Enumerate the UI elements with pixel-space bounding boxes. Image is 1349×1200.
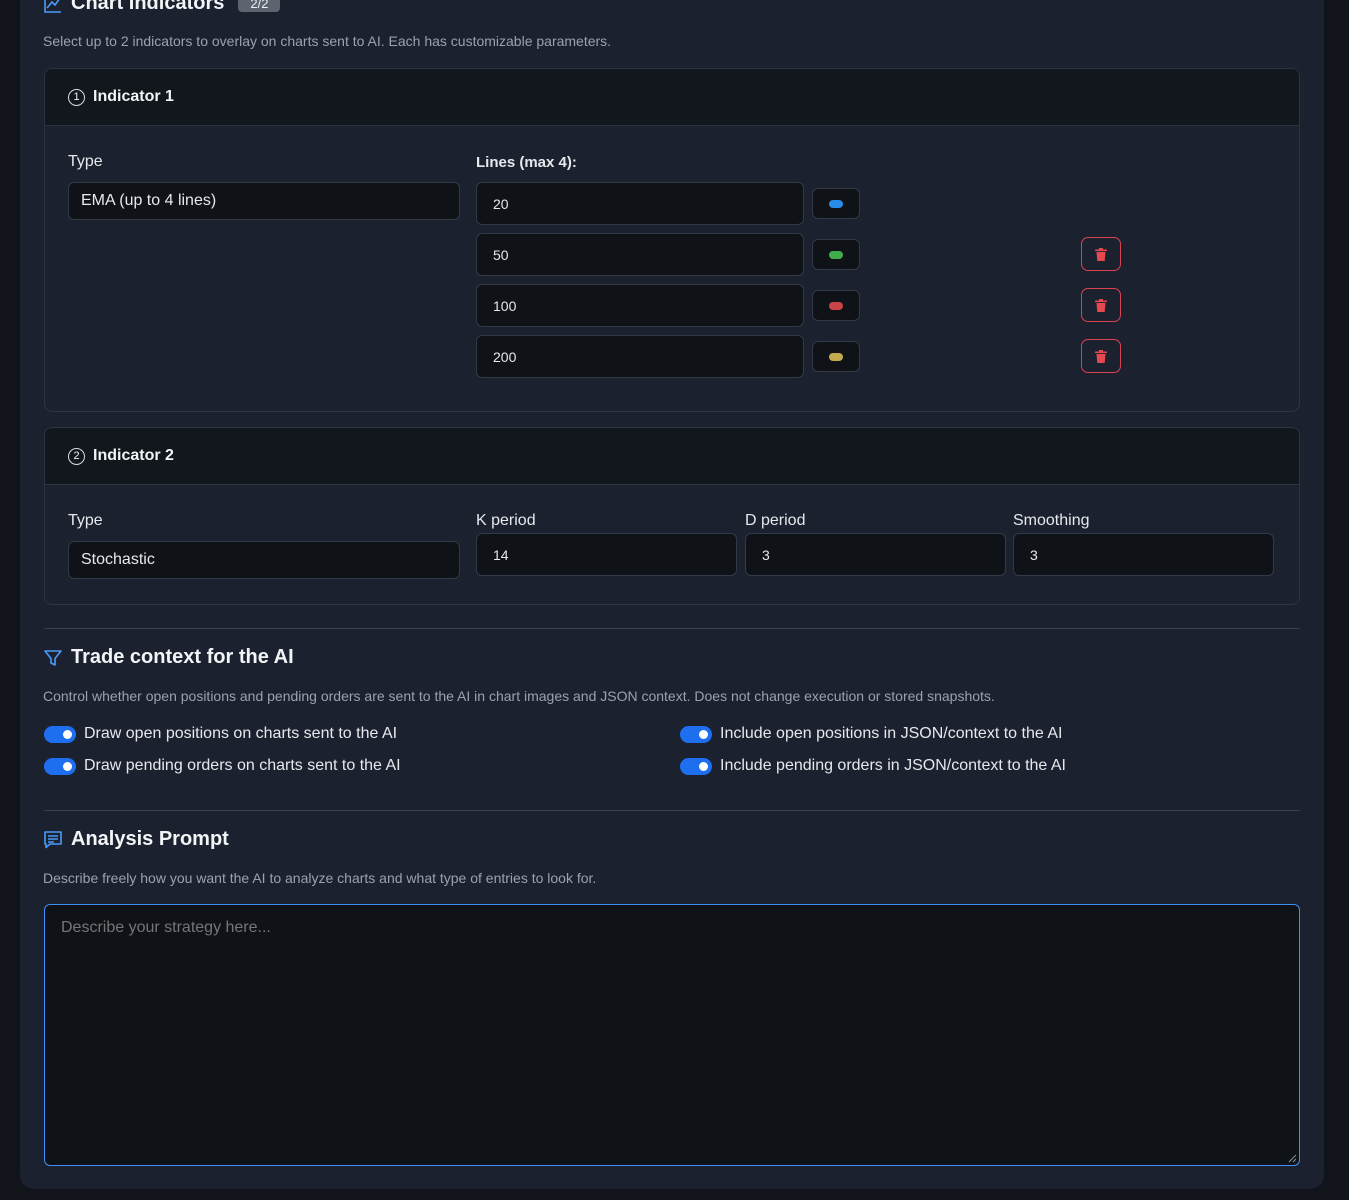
toggle-label: Draw open positions on charts sent to th… <box>84 725 398 742</box>
color-swatch-2 <box>829 250 843 259</box>
analysis-prompt-title: Analysis Prompt <box>43 828 229 851</box>
line-period-input-1[interactable]: 20 <box>476 182 804 225</box>
chart-line-icon <box>44 0 61 13</box>
line-color-picker-2[interactable] <box>812 239 860 270</box>
trade-context-description: Control whether open positions and pendi… <box>43 688 995 704</box>
indicator-2-header: 2 Indicator 2 <box>45 428 1299 485</box>
delete-line-button-3[interactable] <box>1081 288 1121 322</box>
switch-toggle[interactable] <box>680 757 712 775</box>
delete-line-button-4[interactable] <box>1081 339 1121 373</box>
indicator-1-type-label: Type <box>68 153 103 170</box>
indicator-count-badge: 2/2 <box>238 0 281 12</box>
filter-icon <box>44 649 62 666</box>
d-period-input[interactable]: 3 <box>745 533 1006 576</box>
toggle-label: Draw pending orders on charts sent to th… <box>84 757 401 774</box>
switch-toggle[interactable] <box>44 757 76 775</box>
smoothing-label: Smoothing <box>1013 512 1090 529</box>
color-swatch-3 <box>829 301 843 310</box>
toggle-label: Include pending orders in JSON/context t… <box>720 757 1066 774</box>
number-circle-icon: 2 <box>68 447 85 465</box>
line-period-input-4[interactable]: 200 <box>476 335 804 378</box>
section-divider <box>44 628 1300 629</box>
chart-indicators-title: Chart Indicators 2/2 <box>43 0 281 15</box>
lines-label: Lines (max 4): <box>476 154 577 171</box>
switch-toggle[interactable] <box>680 725 712 743</box>
line-period-input-2[interactable]: 50 <box>476 233 804 276</box>
indicators-description: Select up to 2 indicators to overlay on … <box>43 33 612 49</box>
k-period-input[interactable]: 14 <box>476 533 737 576</box>
indicator-1-header: 1 Indicator 1 <box>45 69 1299 126</box>
strategy-prompt-textarea[interactable] <box>44 904 1300 1166</box>
toggle-include-open-positions[interactable]: Include open positions in JSON/context t… <box>680 725 1062 743</box>
analysis-prompt-title-text: Analysis Prompt <box>71 828 229 850</box>
color-swatch-1 <box>829 199 843 208</box>
trash-icon <box>1095 247 1107 261</box>
switch-toggle[interactable] <box>44 725 76 743</box>
smoothing-input[interactable]: 3 <box>1013 533 1274 576</box>
chat-icon <box>44 830 62 848</box>
trash-icon <box>1095 349 1107 363</box>
line-color-picker-1[interactable] <box>812 188 860 219</box>
analysis-prompt-description: Describe freely how you want the AI to a… <box>43 870 597 886</box>
trade-context-title: Trade context for the AI <box>43 646 294 669</box>
indicator-2-title: Indicator 2 <box>93 447 174 464</box>
delete-line-button-2[interactable] <box>1081 237 1121 271</box>
indicator-2-type-label: Type <box>68 512 103 529</box>
trash-icon <box>1095 298 1107 312</box>
indicator-1-type-select[interactable]: EMA (up to 4 lines) <box>68 182 460 220</box>
toggle-label: Include open positions in JSON/context t… <box>720 725 1063 742</box>
toggle-include-pending-orders[interactable]: Include pending orders in JSON/context t… <box>680 757 1066 775</box>
color-swatch-4 <box>829 352 843 361</box>
number-circle-icon: 1 <box>68 88 85 106</box>
indicator-1-title: Indicator 1 <box>93 88 174 105</box>
line-color-picker-3[interactable] <box>812 290 860 321</box>
line-period-input-3[interactable]: 100 <box>476 284 804 327</box>
section-divider <box>44 810 1300 811</box>
toggle-draw-pending-orders[interactable]: Draw pending orders on charts sent to th… <box>44 757 401 775</box>
toggle-draw-open-positions[interactable]: Draw open positions on charts sent to th… <box>44 725 397 743</box>
indicator-2-type-select[interactable]: Stochastic <box>68 541 460 579</box>
d-period-label: D period <box>745 512 806 529</box>
trade-context-title-text: Trade context for the AI <box>71 646 294 668</box>
line-color-picker-4[interactable] <box>812 341 860 372</box>
k-period-label: K period <box>476 512 536 529</box>
chart-indicators-title-text: Chart Indicators <box>71 0 225 14</box>
resize-grip-icon[interactable] <box>1287 1153 1297 1163</box>
